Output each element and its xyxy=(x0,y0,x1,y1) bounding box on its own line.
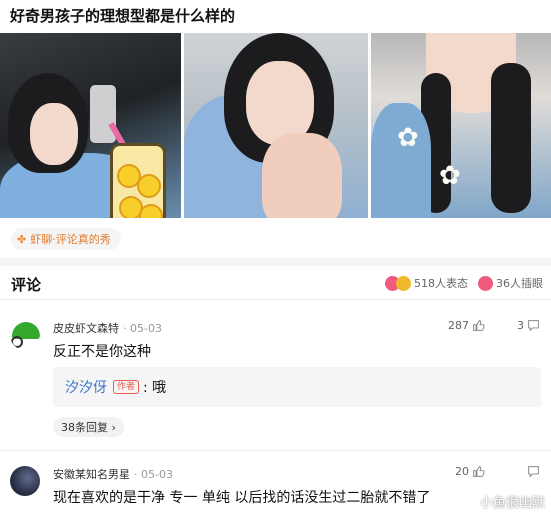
avatar[interactable] xyxy=(10,320,40,350)
topic-tag-label: 虾聊·评论真的秀 xyxy=(30,233,111,246)
reply-author[interactable]: 汐汐伢 xyxy=(65,377,107,397)
lemon-slice xyxy=(139,204,163,218)
comment-date: · 05-03 xyxy=(123,322,162,335)
reactions-count: 518人表态 xyxy=(414,277,468,290)
watermark: 小鱼很幽默 xyxy=(479,496,545,511)
reply-preview[interactable]: 汐汐伢 作者 : 哦 xyxy=(53,367,541,407)
photo-face xyxy=(30,103,78,165)
comment-text: 现在喜欢的是干净 专一 单纯 以后找的话没生过二胎就不错了 xyxy=(53,490,431,506)
topic-icon: ✤ xyxy=(17,232,27,246)
comment-bubble-icon xyxy=(528,466,539,478)
comment-author-row: 皮皮虾文森特 · 05-03 xyxy=(53,320,162,336)
comment-author[interactable]: 安徽某知名男星 xyxy=(53,468,130,481)
like-count: 287 xyxy=(448,319,469,332)
photo-braid xyxy=(491,63,531,213)
divider xyxy=(0,450,551,451)
post-photo-1[interactable] xyxy=(0,33,181,218)
eyes-icon xyxy=(478,275,493,291)
like-button[interactable]: 20 xyxy=(455,465,485,478)
reply-count: 3 xyxy=(517,319,524,332)
reply-button[interactable]: 3 xyxy=(517,319,540,332)
reply-button[interactable] xyxy=(527,465,540,478)
post-photo-3[interactable]: ✿ ✿ xyxy=(371,33,551,218)
divider xyxy=(0,299,551,300)
thumbs-up-icon xyxy=(473,466,485,477)
photo-shirt xyxy=(371,103,431,218)
thumbs-up-icon xyxy=(473,320,485,331)
photo-hand xyxy=(262,133,342,218)
topic-tag[interactable]: ✤ 虾聊·评论真的秀 xyxy=(11,228,121,250)
comment-author[interactable]: 皮皮虾文森特 xyxy=(53,322,119,335)
post-photo-2[interactable] xyxy=(184,33,368,218)
like-count: 20 xyxy=(455,465,469,478)
comment-author-row: 安徽某知名男星 · 05-03 xyxy=(53,466,173,482)
illustrations-count: 36人插眼 xyxy=(496,277,543,290)
bow-icon: ✿ xyxy=(439,161,461,191)
lemon-slice xyxy=(137,174,161,198)
author-badge: 作者 xyxy=(113,380,140,394)
lemon-jar-sticker xyxy=(110,143,166,218)
comment-text: 反正不是你这种 xyxy=(53,344,151,360)
bow-icon: ✿ xyxy=(397,123,419,153)
comments-heading: 评论 xyxy=(11,276,42,294)
reply-text: : 哦 xyxy=(143,380,167,396)
post-title: 好奇男孩子的理想型都是什么样的 xyxy=(10,7,236,25)
more-replies-button[interactable]: 38条回复 › xyxy=(53,417,124,437)
comment-date: · 05-03 xyxy=(134,468,173,481)
phone-image xyxy=(90,85,116,143)
ring-icon xyxy=(11,336,23,348)
reactions-bar[interactable]: 518人表态 36人插眼 xyxy=(385,275,543,291)
emoji-icon xyxy=(396,275,411,291)
avatar[interactable] xyxy=(10,466,40,496)
comment-bubble-icon xyxy=(528,320,539,332)
section-separator xyxy=(0,258,551,266)
like-button[interactable]: 287 xyxy=(448,319,485,332)
